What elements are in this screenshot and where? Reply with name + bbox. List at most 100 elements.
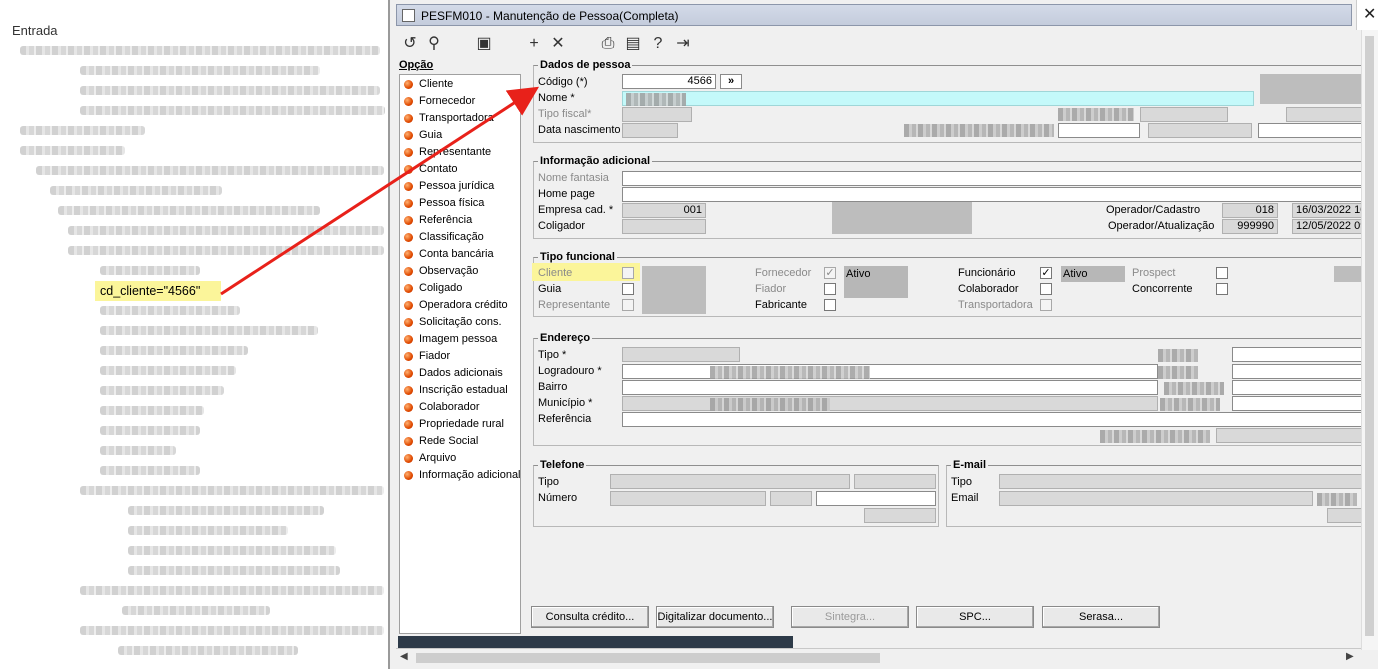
spc-button[interactable]: SPC... [916, 606, 1034, 628]
scroll-thumb[interactable] [1365, 36, 1374, 636]
blurred-field[interactable] [854, 474, 936, 489]
city-field[interactable] [622, 396, 1158, 411]
serasa-button[interactable]: Serasa... [1042, 606, 1160, 628]
district-field[interactable] [622, 380, 1158, 395]
scroll-right-icon[interactable]: ▶ [1346, 651, 1354, 662]
colaborador-type-label: Colaborador [958, 283, 1019, 295]
blurred-field[interactable] [816, 491, 936, 506]
blurred-field[interactable] [864, 508, 936, 523]
scroll-thumb[interactable] [416, 653, 880, 663]
xml-line [80, 486, 384, 495]
code-lookup-button[interactable]: » [720, 74, 742, 89]
vertical-scrollbar[interactable] [1361, 30, 1378, 650]
address-reference-field[interactable] [622, 412, 1362, 427]
window-close-button[interactable]: ✕ [1356, 0, 1378, 30]
operator-registration-label: Operador/Cadastro [1106, 204, 1201, 216]
prospect-type-checkbox[interactable] [1216, 267, 1228, 279]
bullet-icon [404, 114, 413, 123]
exit-icon[interactable]: ⇥ [673, 34, 693, 54]
address-type-select[interactable] [622, 347, 740, 362]
fiador-type-checkbox[interactable] [824, 283, 836, 295]
blurred-field[interactable] [1232, 396, 1362, 411]
blurred-field[interactable] [1232, 380, 1362, 395]
blurred-field[interactable] [1140, 107, 1228, 122]
blurred-field[interactable] [1058, 123, 1140, 138]
fabricante-type-checkbox[interactable] [824, 299, 836, 311]
home-page-field[interactable] [622, 187, 1362, 202]
blurred-field[interactable] [1232, 364, 1362, 379]
xml-line [20, 46, 380, 55]
horizontal-scrollbar[interactable]: ◀ ▶ [396, 648, 1361, 666]
option-label: Contato [419, 163, 458, 175]
operator-update-code[interactable]: 999990 [1222, 219, 1278, 234]
address-group: Endereço Tipo * Logradouro * Bairro Muni… [533, 332, 1363, 446]
colaborador-type-checkbox[interactable] [1040, 283, 1052, 295]
company-field[interactable]: 001 [622, 203, 706, 218]
blurred-value [1317, 493, 1357, 506]
toolbar: ↺ ⚲ ▣ + ✕ ⎙ ▤ ? ⇥ [398, 32, 1338, 56]
phone-type-select[interactable] [610, 474, 850, 489]
bullet-icon [404, 335, 413, 344]
bullet-icon [404, 284, 413, 293]
bullet-icon [404, 267, 413, 276]
email-field[interactable] [999, 491, 1313, 506]
highlight-text: cd_cliente="4566" [100, 284, 201, 298]
transportadora-type-checkbox[interactable] [1040, 299, 1052, 311]
funcionario-type-checkbox[interactable]: ✓ [1040, 267, 1052, 279]
option-label: Fornecedor [419, 95, 476, 107]
add-icon[interactable]: + [524, 34, 544, 54]
fornecedor-type-checkbox[interactable]: ✓ [824, 267, 836, 279]
undo-icon[interactable]: ↺ [400, 34, 420, 54]
search-icon[interactable]: ⚲ [424, 34, 444, 54]
xml-line [80, 66, 320, 75]
scan-document-button[interactable]: Digitalizar documento... [656, 606, 774, 628]
blurred-field[interactable] [1232, 347, 1362, 362]
option-label: Solicitação cons. [419, 316, 502, 328]
home-page-label: Home page [538, 188, 595, 200]
scroll-left-icon[interactable]: ◀ [400, 651, 408, 662]
calendar-icon[interactable]: ▤ [623, 34, 643, 54]
representante-type-checkbox[interactable] [622, 299, 634, 311]
blurred-field[interactable] [1258, 123, 1362, 138]
guia-type-checkbox[interactable] [622, 283, 634, 295]
concorrente-type-checkbox[interactable] [1216, 283, 1228, 295]
save-icon[interactable]: ▣ [474, 34, 494, 54]
sintegra-button[interactable]: Sintegra... [791, 606, 909, 628]
company-label: Empresa cad. * [538, 204, 614, 216]
operator-update-date[interactable]: 12/05/2022 09 [1292, 219, 1362, 234]
credit-check-button[interactable]: Consulta crédito... [531, 606, 649, 628]
blurred-value [904, 124, 1054, 137]
blurred-value [1058, 108, 1134, 121]
blurred-status [642, 266, 706, 314]
cliente-type-checkbox[interactable] [622, 267, 634, 279]
group-title: Endereço [538, 332, 593, 344]
close-icon[interactable]: ✕ [548, 34, 568, 54]
street-field[interactable] [622, 364, 1158, 379]
print-icon[interactable]: ⎙ [598, 34, 618, 54]
blurred-field[interactable] [1216, 428, 1362, 443]
blurred-field[interactable] [1327, 508, 1362, 523]
blurred-field[interactable] [1148, 123, 1252, 138]
option-panel: Opção Cliente Fornecedor Transportadora … [399, 59, 521, 634]
blurred-field[interactable] [770, 491, 812, 506]
coligador-field[interactable] [622, 219, 706, 234]
trade-name-field[interactable] [622, 171, 1362, 186]
fiscal-type-field[interactable] [622, 107, 692, 122]
email-type-select[interactable] [999, 474, 1362, 489]
code-field[interactable]: 4566 [622, 74, 716, 89]
blurred-field[interactable] [1286, 107, 1362, 122]
bullet-icon [404, 216, 413, 225]
phone-number-field[interactable] [610, 491, 766, 506]
operator-registration-code[interactable]: 018 [1222, 203, 1278, 218]
button-label: Digitalizar documento... [657, 611, 773, 623]
name-field[interactable] [622, 91, 1254, 106]
xml-line [100, 326, 318, 335]
bullet-icon [404, 369, 413, 378]
window-titlebar[interactable]: PESFM010 - Manutenção de Pessoa(Completa… [396, 4, 1352, 26]
option-label: Fiador [419, 350, 451, 362]
progress-bar [398, 636, 793, 648]
operator-registration-date[interactable]: 16/03/2022 10 [1292, 203, 1362, 218]
help-icon[interactable]: ? [648, 34, 668, 54]
birth-date-field[interactable] [622, 123, 678, 138]
bullet-icon [404, 301, 413, 310]
